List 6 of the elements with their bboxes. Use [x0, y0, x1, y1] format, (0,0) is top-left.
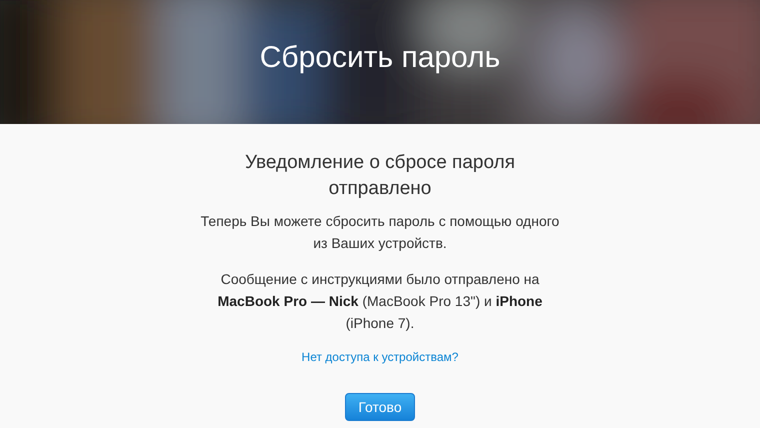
notice-text: Сообщение с инструкциями было отправлено на MacBook Pro — Nick (MacBook Pro 13") и iPhone (iPhone 7).	[216, 270, 544, 333]
no-access-link[interactable]: Нет доступа к устройствам?	[302, 350, 458, 364]
notice-heading: Уведомление о сбросе пароля отправлено	[244, 151, 516, 201]
notice-text: Теперь Вы можете сбросить пароль с помощью одного из Ваших устройств.	[200, 212, 560, 253]
page-title: Сбросить пароль	[260, 41, 500, 75]
done-button[interactable]: Готово	[345, 393, 415, 421]
